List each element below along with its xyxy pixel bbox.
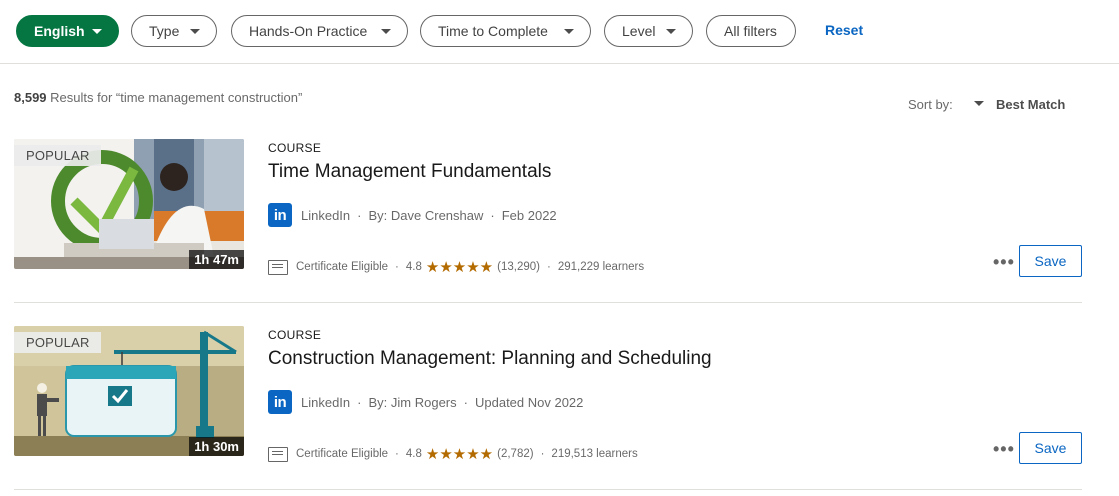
- type-filter-label: Type: [149, 23, 180, 39]
- duration-badge: 1h 30m: [189, 437, 244, 456]
- popular-badge: POPULAR: [14, 332, 101, 353]
- all-filters-label: All filters: [724, 23, 777, 39]
- certificate-icon: [268, 259, 288, 275]
- content-type: COURSE: [268, 141, 322, 155]
- separator: ·: [395, 261, 399, 273]
- course-meta: in LinkedIn · By: Dave Crenshaw · Feb 20…: [268, 203, 557, 227]
- caret-down-icon: [564, 29, 574, 34]
- time-filter-label: Time to Complete: [438, 23, 548, 39]
- reset-button[interactable]: Reset: [825, 22, 863, 38]
- content-type: COURSE: [268, 328, 322, 342]
- results-query: Results for “time management constructio…: [46, 90, 303, 105]
- hands-on-filter[interactable]: Hands-On Practice: [231, 15, 408, 47]
- author: By: Jim Rogers: [368, 394, 457, 410]
- course-stats: Certificate Eligible · 4.8 ★★★★★ (2,782)…: [268, 444, 638, 464]
- separator: ·: [357, 394, 362, 410]
- certificate-label: Certificate Eligible: [296, 448, 389, 460]
- results-number: 8,599: [14, 90, 47, 105]
- rating-value: 4.8: [405, 261, 422, 273]
- sort-dropdown[interactable]: Best Match: [996, 97, 1065, 112]
- rating-value: 4.8: [405, 448, 422, 460]
- course-thumbnail[interactable]: POPULAR 1h 30m: [14, 326, 244, 456]
- course-meta: in LinkedIn · By: Jim Rogers · Updated N…: [268, 390, 583, 414]
- separator: ·: [490, 207, 495, 223]
- course-card: POPULAR 1h 30m COURSE Construction Manag…: [0, 326, 1119, 490]
- separator: ·: [540, 448, 545, 460]
- level-filter-label: Level: [622, 23, 656, 39]
- linkedin-icon: in: [268, 390, 292, 414]
- linkedin-icon: in: [268, 203, 292, 227]
- level-filter[interactable]: Level: [604, 15, 693, 47]
- type-filter[interactable]: Type: [131, 15, 217, 47]
- author: By: Dave Crenshaw: [368, 207, 484, 223]
- save-button[interactable]: Save: [1019, 245, 1082, 277]
- time-filter[interactable]: Time to Complete: [420, 15, 591, 47]
- caret-down-icon: [190, 29, 200, 34]
- course-card: POPULAR 1h 47m COURSE Time Management Fu…: [0, 139, 1119, 303]
- caret-down-icon[interactable]: [974, 101, 984, 106]
- divider: [14, 489, 1082, 490]
- separator: ·: [463, 394, 468, 410]
- course-stats: Certificate Eligible · 4.8 ★★★★★ (13,290…: [268, 257, 644, 277]
- separator: ·: [395, 448, 399, 460]
- divider: [14, 302, 1082, 303]
- course-title[interactable]: Construction Management: Planning and Sc…: [268, 348, 712, 370]
- language-filter[interactable]: English: [16, 15, 119, 47]
- all-filters-button[interactable]: All filters: [706, 15, 796, 47]
- caret-down-icon: [381, 29, 391, 34]
- separator: ·: [546, 261, 551, 273]
- certificate-icon: [268, 446, 288, 462]
- learner-count: 291,229 learners: [557, 261, 645, 273]
- more-options-icon[interactable]: •••: [993, 252, 1015, 273]
- save-button[interactable]: Save: [1019, 432, 1082, 464]
- review-count: (13,290): [497, 261, 540, 273]
- course-title[interactable]: Time Management Fundamentals: [268, 161, 551, 183]
- course-thumbnail[interactable]: POPULAR 1h 47m: [14, 139, 244, 269]
- language-filter-label: English: [34, 23, 85, 39]
- results-count: 8,599 Results for “time management const…: [14, 90, 302, 105]
- duration-badge: 1h 47m: [189, 250, 244, 269]
- release-date: Updated Nov 2022: [474, 394, 584, 410]
- popular-badge: POPULAR: [14, 145, 101, 166]
- more-options-icon[interactable]: •••: [993, 439, 1015, 460]
- caret-down-icon: [92, 29, 102, 34]
- hands-on-filter-label: Hands-On Practice: [249, 23, 368, 39]
- sort-label: Sort by:: [908, 97, 953, 112]
- provider: LinkedIn: [301, 394, 351, 410]
- filter-bar: English Type Hands-On Practice Time to C…: [0, 0, 1119, 64]
- star-rating-icon: ★★★★★: [425, 446, 494, 463]
- provider: LinkedIn: [301, 207, 351, 223]
- review-count: (2,782): [497, 448, 534, 460]
- separator: ·: [357, 207, 362, 223]
- caret-down-icon: [666, 29, 676, 34]
- certificate-label: Certificate Eligible: [296, 261, 389, 273]
- star-rating-icon: ★★★★★: [425, 259, 494, 276]
- learner-count: 219,513 learners: [551, 448, 638, 460]
- release-date: Feb 2022: [501, 207, 557, 223]
